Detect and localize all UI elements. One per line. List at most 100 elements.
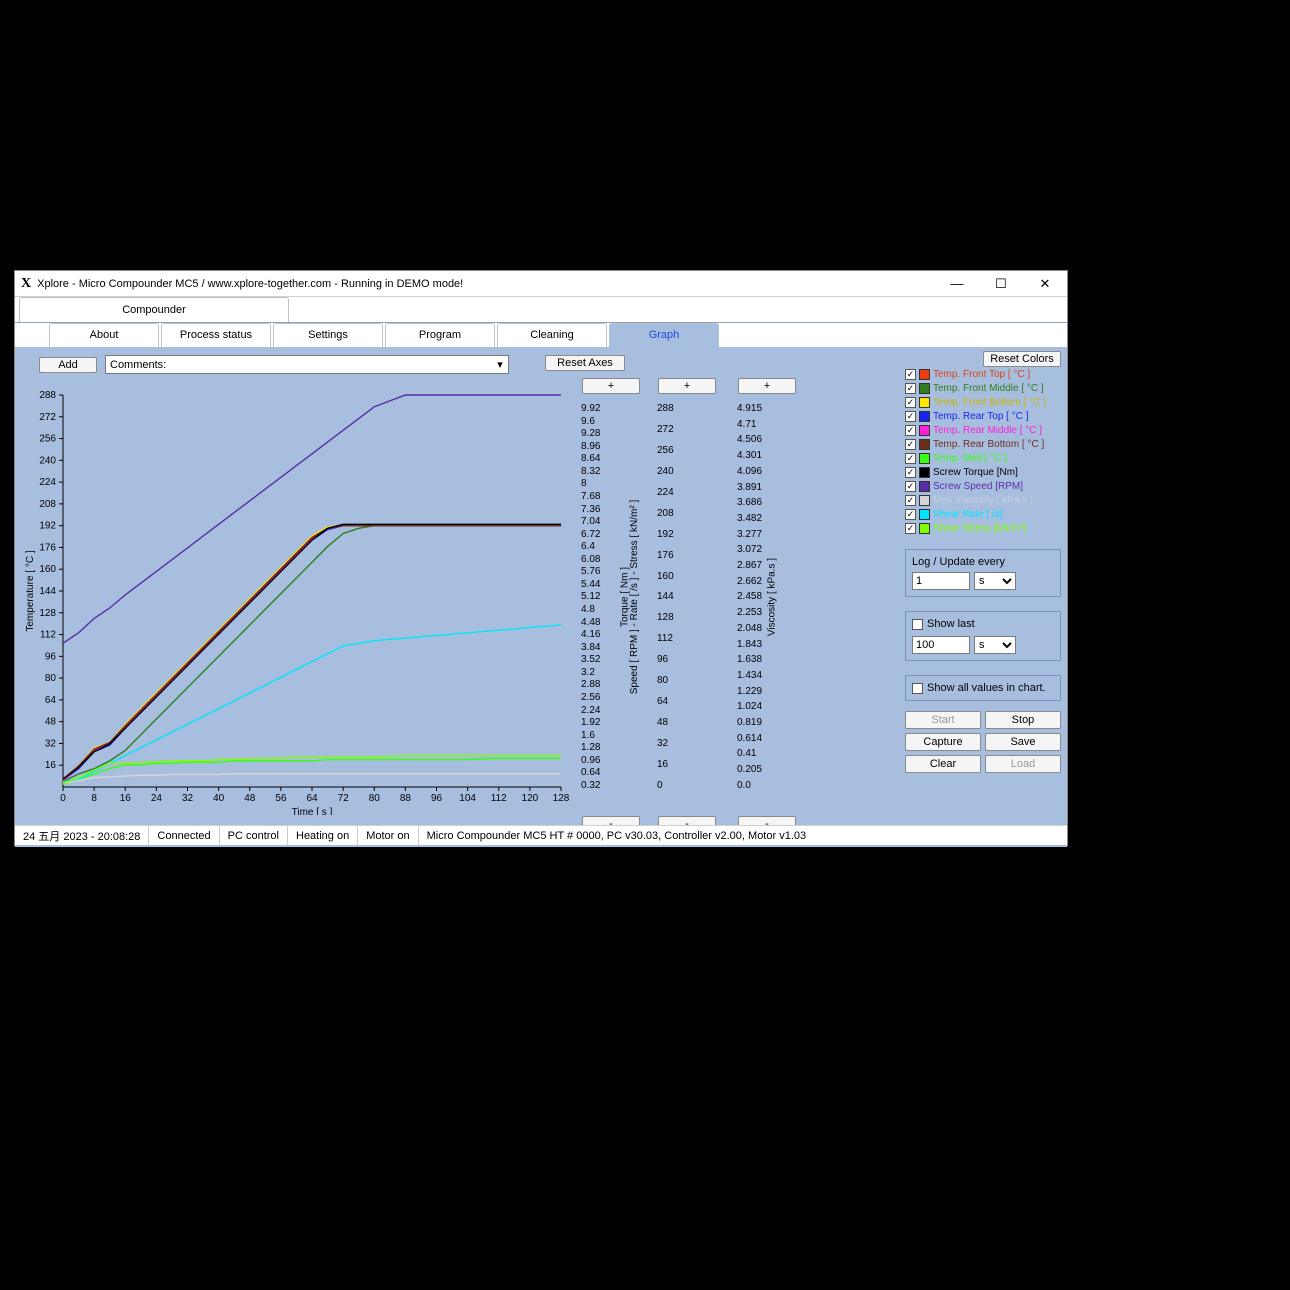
chart: 2882722562402242081921761601441281129680…: [21, 381, 577, 815]
legend-checkbox[interactable]: ✓: [905, 425, 916, 436]
legend-checkbox[interactable]: ✓: [905, 495, 916, 506]
legend-checkbox[interactable]: ✓: [905, 509, 916, 520]
minimize-button[interactable]: —: [935, 271, 979, 296]
svg-text:112: 112: [491, 793, 507, 804]
legend-checkbox[interactable]: ✓: [905, 481, 916, 492]
legend-item: ✓ Shear Rate [ /s]: [905, 507, 1061, 521]
svg-text:128: 128: [39, 608, 56, 619]
svg-text:Temperature [ °C ]: Temperature [ °C ]: [25, 550, 36, 631]
legend-checkbox[interactable]: ✓: [905, 369, 916, 380]
legend-label: Temp. Front Middle [ °C ]: [933, 383, 1044, 394]
show-last-group: Show last s: [905, 611, 1061, 661]
log-update-unit[interactable]: s: [974, 572, 1016, 590]
maximize-button[interactable]: ☐: [979, 271, 1023, 296]
log-update-group: Log / Update every s: [905, 549, 1061, 597]
comments-combo[interactable]: Comments: ▾: [105, 355, 509, 374]
svg-text:224: 224: [39, 477, 56, 488]
start-button[interactable]: Start: [905, 711, 981, 729]
svg-text:16: 16: [45, 760, 57, 771]
legend-item: ✓ Temp. Front Middle [ °C ]: [905, 381, 1061, 395]
show-last-label: Show last: [927, 618, 975, 630]
axis-speed: + 28827225624022420819217616014412811296…: [651, 381, 723, 813]
log-update-input[interactable]: [912, 572, 970, 590]
axis-viscosity: + 4.9154.714.5064.3014.0963.8913.6863.48…: [731, 381, 803, 813]
legend-swatch: [919, 425, 930, 436]
tab-about[interactable]: About: [49, 323, 159, 347]
capture-button[interactable]: Capture: [905, 733, 981, 751]
status-device-info: Micro Compounder MC5 HT # 0000, PC v30.0…: [418, 826, 814, 845]
svg-text:24: 24: [151, 793, 163, 804]
close-button[interactable]: ✕: [1023, 271, 1067, 296]
titlebar: X Xplore - Micro Compounder MC5 / www.xp…: [15, 271, 1067, 297]
legend-label: Shear Rate [ /s]: [933, 509, 1002, 520]
subtab-row: About Process status Settings Program Cl…: [15, 323, 1067, 347]
clear-button[interactable]: Clear: [905, 755, 981, 773]
legend: ✓Temp. Front Top [ °C ]✓Temp. Front Midd…: [905, 367, 1061, 535]
reset-colors-button[interactable]: Reset Colors: [983, 351, 1061, 367]
legend-item: ✓ Shear Stress [kN/m²]: [905, 521, 1061, 535]
legend-swatch: [919, 495, 930, 506]
tab-graph[interactable]: Graph: [609, 323, 719, 347]
add-button[interactable]: Add: [39, 357, 97, 373]
legend-checkbox[interactable]: ✓: [905, 453, 916, 464]
torque-plus-button[interactable]: +: [582, 378, 640, 394]
load-button[interactable]: Load: [985, 755, 1061, 773]
legend-checkbox[interactable]: ✓: [905, 467, 916, 478]
axis-viscosity-label: Viscosity [ kPa.s ]: [766, 558, 777, 636]
tab-cleaning[interactable]: Cleaning: [497, 323, 607, 347]
legend-swatch: [919, 509, 930, 520]
show-all-label: Show all values in chart.: [927, 682, 1046, 694]
svg-text:64: 64: [306, 793, 318, 804]
legend-swatch: [919, 523, 930, 534]
legend-checkbox[interactable]: ✓: [905, 397, 916, 408]
reset-axes-button[interactable]: Reset Axes: [545, 355, 625, 371]
svg-text:128: 128: [553, 793, 570, 804]
svg-text:120: 120: [522, 793, 539, 804]
svg-text:80: 80: [45, 673, 57, 684]
chevron-down-icon[interactable]: ▾: [492, 358, 508, 371]
legend-checkbox[interactable]: ✓: [905, 411, 916, 422]
svg-text:40: 40: [213, 793, 225, 804]
svg-text:32: 32: [45, 738, 57, 749]
show-last-unit[interactable]: s: [974, 636, 1016, 654]
svg-text:96: 96: [431, 793, 443, 804]
legend-swatch: [919, 369, 930, 380]
svg-text:272: 272: [39, 412, 56, 423]
legend-label: Temp. Rear Middle [ °C ]: [933, 425, 1042, 436]
tab-program[interactable]: Program: [385, 323, 495, 347]
legend-checkbox[interactable]: ✓: [905, 383, 916, 394]
status-datetime: 24 五月 2023 - 20:08:28: [15, 826, 148, 845]
svg-text:48: 48: [45, 717, 57, 728]
legend-swatch: [919, 467, 930, 478]
speed-plus-button[interactable]: +: [658, 378, 716, 394]
status-connection: Connected: [148, 826, 218, 845]
legend-checkbox[interactable]: ✓: [905, 439, 916, 450]
viscosity-plus-button[interactable]: +: [738, 378, 796, 394]
show-last-input[interactable]: [912, 636, 970, 654]
status-bar: 24 五月 2023 - 20:08:28 Connected PC contr…: [15, 825, 1067, 845]
tab-settings[interactable]: Settings: [273, 323, 383, 347]
show-all-checkbox[interactable]: [912, 683, 923, 694]
legend-checkbox[interactable]: ✓: [905, 523, 916, 534]
save-button[interactable]: Save: [985, 733, 1061, 751]
legend-label: Screw Torque [Nm]: [933, 467, 1018, 478]
svg-text:88: 88: [400, 793, 412, 804]
svg-text:64: 64: [45, 695, 57, 706]
show-last-checkbox[interactable]: [912, 619, 923, 630]
svg-text:16: 16: [120, 793, 132, 804]
status-motor: Motor on: [357, 826, 417, 845]
svg-text:Time [ s ]: Time [ s ]: [292, 807, 333, 815]
main-tab-compounder[interactable]: Compounder: [19, 297, 289, 322]
svg-text:160: 160: [39, 564, 56, 575]
legend-swatch: [919, 481, 930, 492]
legend-swatch: [919, 383, 930, 394]
legend-label: Temp. Rear Top [ °C ]: [933, 411, 1029, 422]
svg-text:288: 288: [39, 390, 56, 401]
legend-item: ✓ Temp. Rear Top [ °C ]: [905, 409, 1061, 423]
svg-text:0: 0: [60, 793, 66, 804]
tab-process-status[interactable]: Process status: [161, 323, 271, 347]
app-window: X Xplore - Micro Compounder MC5 / www.xp…: [14, 270, 1068, 846]
legend-label: Shear Stress [kN/m²]: [933, 523, 1026, 534]
svg-text:8: 8: [91, 793, 97, 804]
stop-button[interactable]: Stop: [985, 711, 1061, 729]
